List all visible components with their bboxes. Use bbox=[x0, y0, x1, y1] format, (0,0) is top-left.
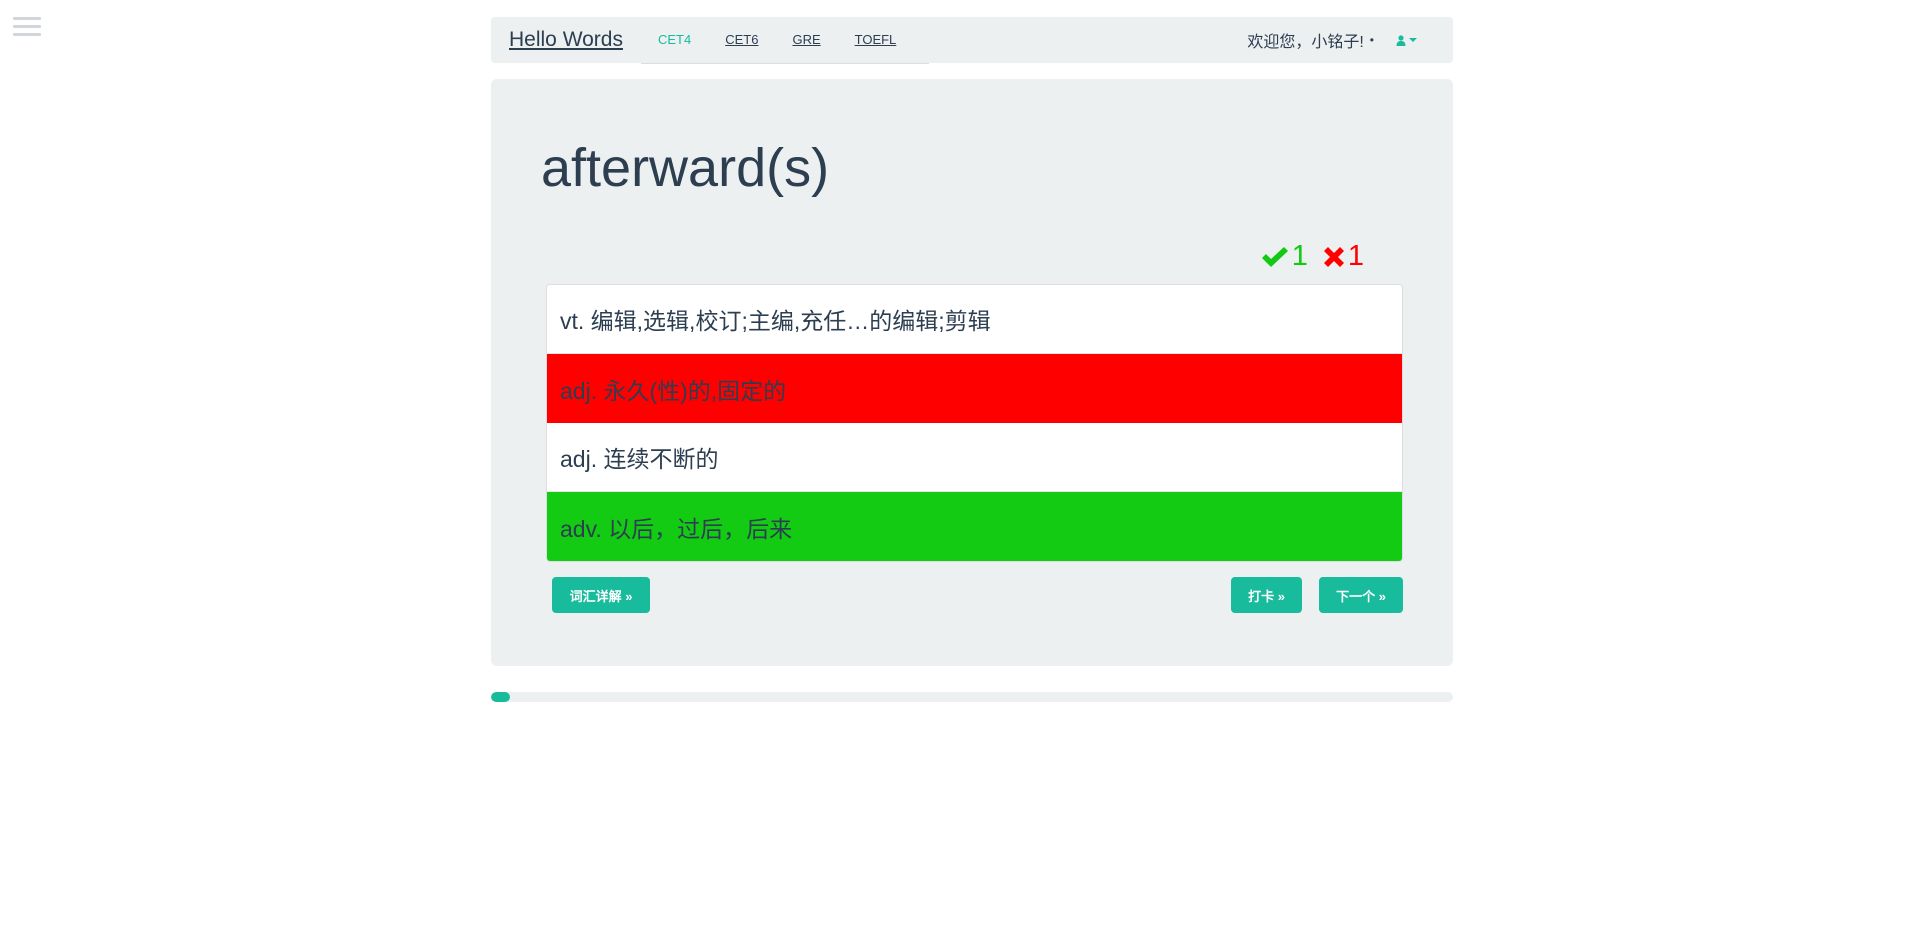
user-menu-dropdown[interactable] bbox=[1396, 34, 1417, 46]
menu-line bbox=[13, 33, 41, 36]
wrong-stat: 1 bbox=[1322, 240, 1364, 273]
nav-link-cet6[interactable]: CET6 bbox=[725, 32, 758, 47]
word-detail-button[interactable]: 词汇详解 » bbox=[552, 577, 650, 613]
nav-link-gre[interactable]: GRE bbox=[792, 32, 820, 47]
wrong-count: 1 bbox=[1347, 240, 1364, 272]
next-word-button[interactable]: 下一个 » bbox=[1319, 577, 1403, 613]
navbar: Hello Words CET4 CET6 GRE TOEFL 欢迎您，小铭子!… bbox=[491, 17, 1453, 64]
check-icon bbox=[1261, 247, 1288, 267]
menu-line bbox=[13, 25, 41, 28]
correct-count: 1 bbox=[1291, 240, 1308, 272]
hamburger-menu-icon[interactable] bbox=[13, 17, 41, 39]
menu-line bbox=[13, 17, 41, 20]
nav-links: CET4 CET6 GRE TOEFL bbox=[640, 17, 930, 64]
checkin-button[interactable]: 打卡 » bbox=[1231, 577, 1302, 613]
nav-link-cet4[interactable]: CET4 bbox=[658, 32, 691, 47]
word-card: afterward(s) 1 1 vt. 编辑,选辑,校订;主编,充任…的编辑;… bbox=[491, 79, 1453, 666]
user-icon bbox=[1396, 34, 1406, 46]
progress-bar-track bbox=[491, 692, 1453, 702]
progress-bar-fill bbox=[491, 692, 511, 702]
nav-link-toefl[interactable]: TOEFL bbox=[855, 32, 897, 47]
nav-right: 欢迎您，小铭子! • bbox=[1247, 28, 1417, 52]
correct-stat: 1 bbox=[1260, 240, 1308, 273]
separator-dot: • bbox=[1369, 33, 1374, 47]
main-container: Hello Words CET4 CET6 GRE TOEFL 欢迎您，小铭子!… bbox=[491, 17, 1453, 702]
answer-option-correct[interactable]: adv. 以后，过后，后来 bbox=[547, 492, 1402, 561]
welcome-text: 欢迎您，小铭子! bbox=[1247, 34, 1364, 51]
brand-link[interactable]: Hello Words bbox=[509, 28, 623, 52]
score-stats: 1 1 bbox=[1260, 240, 1364, 273]
answer-option[interactable]: adj. 连续不断的 bbox=[547, 423, 1402, 492]
cross-icon bbox=[1323, 247, 1344, 267]
answer-option-wrong[interactable]: adj. 永久(性)的,固定的 bbox=[547, 354, 1402, 423]
chevron-down-icon bbox=[1409, 38, 1417, 42]
answer-options: vt. 编辑,选辑,校订;主编,充任…的编辑;剪辑 adj. 永久(性)的,固定… bbox=[546, 284, 1403, 562]
answer-option[interactable]: vt. 编辑,选辑,校订;主编,充任…的编辑;剪辑 bbox=[547, 285, 1402, 354]
word-title: afterward(s) bbox=[541, 138, 830, 198]
